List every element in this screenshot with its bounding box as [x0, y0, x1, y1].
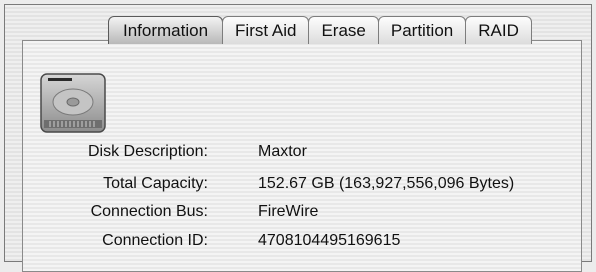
tab-bar: Information First Aid Erase Partition RA…	[108, 16, 532, 44]
total-capacity-value: 152.67 GB (163,927,556,096 Bytes)	[258, 175, 515, 192]
connection-id-label: Connection ID:	[102, 232, 208, 249]
tab-information[interactable]: Information	[108, 16, 224, 44]
tab-first-aid[interactable]: First Aid	[222, 16, 310, 44]
disk-description-label: Disk Description:	[87, 143, 208, 160]
total-capacity-label: Total Capacity:	[103, 175, 208, 192]
tab-partition[interactable]: Partition	[377, 16, 467, 44]
total-capacity-row: Total Capacity: 152.67 GB (163,927,556,0…	[0, 175, 560, 201]
disk-description-value: Maxtor	[258, 143, 307, 160]
connection-id-row: Connection ID: 4708104495169615	[0, 232, 560, 258]
connection-bus-row: Connection Bus: FireWire	[0, 203, 560, 229]
tab-raid[interactable]: RAID	[465, 16, 532, 44]
disk-description-row: Disk Description: Maxtor	[0, 143, 560, 169]
connection-bus-label: Connection Bus:	[90, 203, 208, 220]
connection-bus-value: FireWire	[258, 203, 319, 220]
tab-erase[interactable]: Erase	[308, 16, 379, 44]
hard-disk-icon	[38, 70, 108, 138]
connection-id-value: 4708104495169615	[258, 232, 401, 249]
